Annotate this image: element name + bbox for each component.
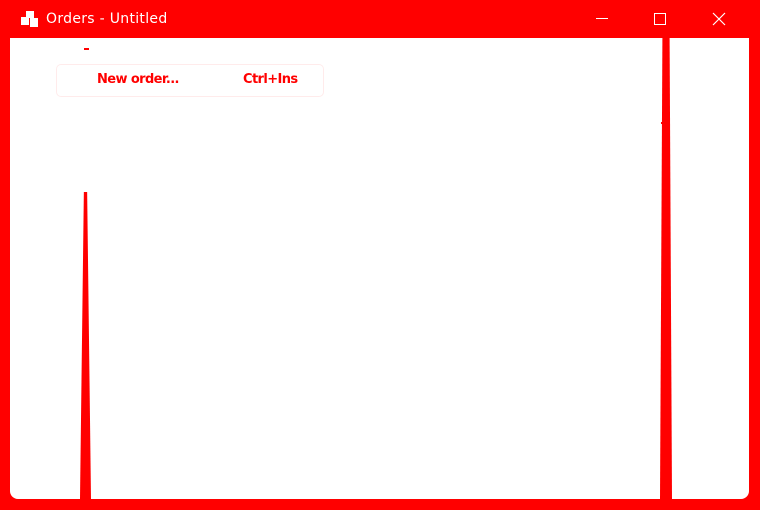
right-pane-splitter[interactable] [660, 38, 672, 499]
minimize-button[interactable] [573, 0, 631, 38]
left-pane-splitter[interactable] [80, 192, 91, 499]
close-icon [712, 12, 726, 26]
right-pane-marker [661, 122, 664, 124]
title-bar[interactable]: Orders - Untitled [0, 0, 760, 38]
maximize-button[interactable] [631, 0, 689, 38]
app-puzzle-icon [21, 11, 39, 27]
maximize-icon [654, 13, 666, 25]
menu-item-shortcut: Ctrl+Ins [243, 72, 298, 87]
window-title: Orders - Untitled [46, 11, 168, 27]
client-area: New order... Ctrl+Ins [10, 38, 749, 499]
menu-item-label: New order... [97, 72, 179, 87]
menu-item-new-order[interactable]: New order... Ctrl+Ins [57, 65, 323, 96]
left-pane-marker [84, 48, 89, 50]
minimize-icon [596, 18, 608, 19]
close-button[interactable] [689, 0, 749, 38]
context-menu: New order... Ctrl+Ins [57, 65, 323, 96]
